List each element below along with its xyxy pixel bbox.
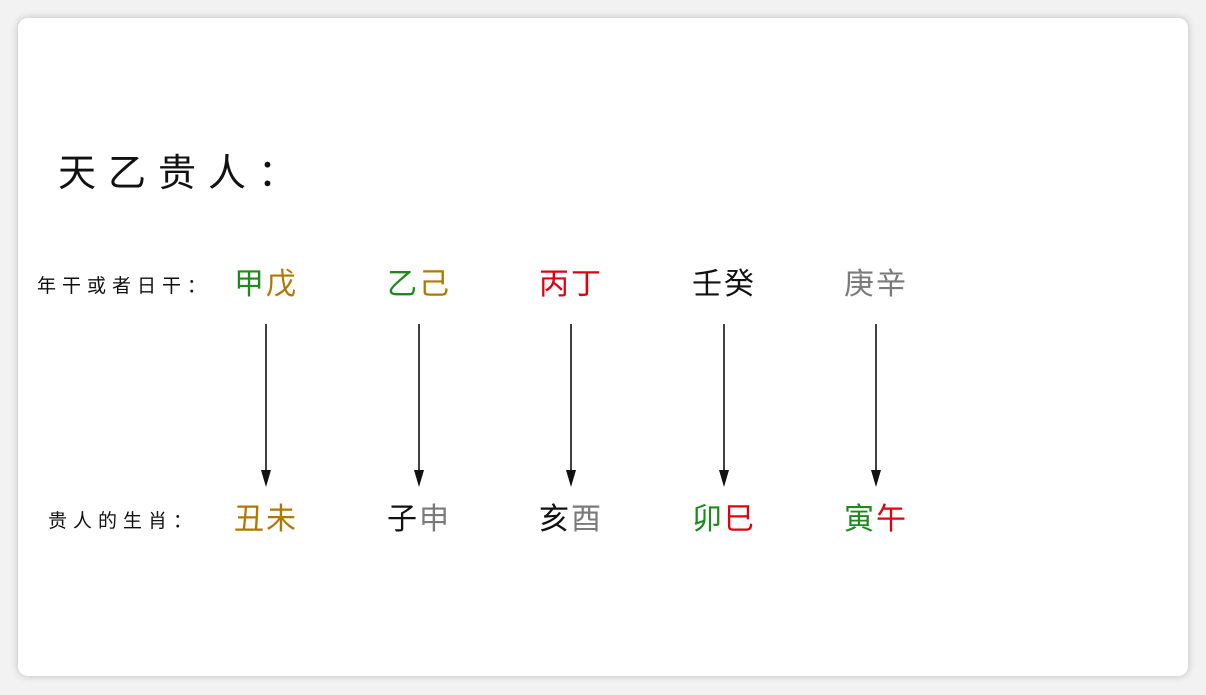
- arrow-head-3: [566, 470, 576, 487]
- arrow-head-2: [414, 470, 424, 487]
- arrow-head-1: [261, 470, 271, 487]
- arrows-layer: [261, 324, 881, 487]
- arrow-head-5: [871, 470, 881, 487]
- arrow-head-4: [719, 470, 729, 487]
